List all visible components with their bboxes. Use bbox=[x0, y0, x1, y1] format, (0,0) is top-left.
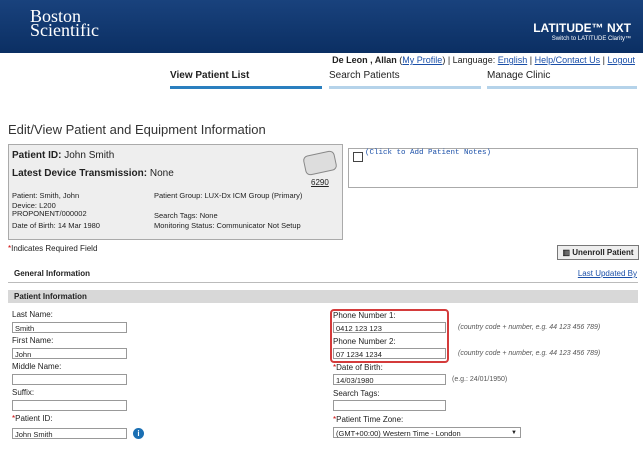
info-icon[interactable]: i bbox=[133, 428, 144, 439]
device-icon bbox=[302, 149, 338, 177]
dob-input[interactable]: 14/03/1980 bbox=[333, 374, 446, 385]
general-information-heading: General Information bbox=[14, 269, 91, 278]
device-number-link[interactable]: 6290 bbox=[311, 178, 329, 187]
patient-group-summary: Patient Group: LUX-Dx ICM Group (Primary… bbox=[154, 191, 303, 200]
section-divider bbox=[8, 282, 638, 283]
last-name-input[interactable]: Smith bbox=[12, 322, 127, 333]
last-updated-by-link[interactable]: Last Updated By bbox=[578, 269, 637, 278]
logout-link[interactable]: Logout bbox=[607, 55, 635, 65]
notes-placeholder: (Click to Add Patient Notes) bbox=[365, 149, 492, 157]
dob-label: *Date of Birth: bbox=[333, 363, 383, 372]
language-link[interactable]: English bbox=[498, 55, 528, 65]
logo-text-line2: Scientific bbox=[30, 20, 99, 40]
phone1-hint: (country code + number, e.g. 44 123 456 … bbox=[458, 324, 601, 331]
first-name-label: First Name: bbox=[12, 336, 54, 345]
switch-to-clarity-link[interactable]: Switch to LATITUDE Clarity™ bbox=[533, 36, 631, 42]
search-tags-label: Search Tags: bbox=[333, 389, 380, 398]
phone2-hint: (country code + number, e.g. 44 123 456 … bbox=[458, 350, 601, 357]
patient-summary-panel: Patient ID: John Smith Latest Device Tra… bbox=[8, 144, 343, 240]
unenroll-patient-button[interactable]: ▥ Unenroll Patient bbox=[557, 245, 639, 260]
patient-id-label: *Patient ID: bbox=[12, 414, 53, 423]
patient-notes-box[interactable]: (Click to Add Patient Notes) bbox=[348, 148, 638, 188]
middle-name-input[interactable] bbox=[12, 374, 127, 385]
notes-icon bbox=[353, 152, 363, 162]
timezone-label: *Patient Time Zone: bbox=[333, 415, 404, 424]
latest-transmission-heading: Latest Device Transmission: None bbox=[12, 168, 174, 179]
tab-manage-clinic[interactable]: Manage Clinic bbox=[487, 70, 637, 89]
product-title: LATITUDE™ NXT bbox=[533, 21, 631, 35]
patient-id-heading: Patient ID: John Smith bbox=[12, 150, 115, 161]
last-name-label: Last Name: bbox=[12, 310, 53, 319]
language-label: | Language: bbox=[447, 55, 496, 65]
page-title: Edit/View Patient and Equipment Informat… bbox=[8, 122, 266, 137]
patient-information-heading: Patient Information bbox=[8, 290, 638, 303]
top-navigation: De Leon , Allan (My Profile) | Language:… bbox=[332, 55, 635, 65]
phone-highlight-box bbox=[330, 309, 449, 363]
dob-summary: Date of Birth: 14 Mar 1980 bbox=[12, 221, 100, 230]
patient-id-input[interactable]: John Smith bbox=[12, 428, 127, 439]
timezone-select[interactable]: (GMT+00:00) Western Time - London ▼ bbox=[333, 427, 521, 438]
suffix-input[interactable] bbox=[12, 400, 127, 411]
monitoring-status-summary: Monitoring Status: Communicator Not Setu… bbox=[154, 221, 301, 230]
tab-search-patients[interactable]: Search Patients bbox=[329, 70, 481, 89]
search-tags-input[interactable] bbox=[333, 400, 446, 411]
search-tags-summary: Search Tags: None bbox=[154, 211, 218, 220]
main-tabs: View Patient List Search Patients Manage… bbox=[0, 70, 643, 90]
middle-name-label: Middle Name: bbox=[12, 362, 62, 371]
patient-name-summary: Patient: Smith, John bbox=[12, 191, 80, 200]
first-name-input[interactable]: John bbox=[12, 348, 127, 359]
user-name: De Leon , Allan bbox=[332, 55, 397, 65]
my-profile-link[interactable]: My Profile bbox=[402, 55, 442, 65]
device-model-summary: PROPONENT/000002 bbox=[12, 209, 87, 218]
product-name: LATITUDE™ NXT Switch to LATITUDE Clarity… bbox=[533, 21, 631, 42]
boston-scientific-logo: Boston Scientific bbox=[30, 7, 99, 40]
dob-hint: (e.g.: 24/01/1950) bbox=[452, 376, 508, 383]
help-contact-link[interactable]: Help/Contact Us bbox=[535, 55, 601, 65]
required-field-note: *Indicates Required Field bbox=[8, 244, 98, 253]
chevron-down-icon: ▼ bbox=[511, 430, 517, 436]
suffix-label: Suffix: bbox=[12, 388, 35, 397]
app-header: Boston Scientific LATITUDE™ NXT Switch t… bbox=[0, 0, 643, 53]
tab-view-patient-list[interactable]: View Patient List bbox=[170, 70, 322, 89]
